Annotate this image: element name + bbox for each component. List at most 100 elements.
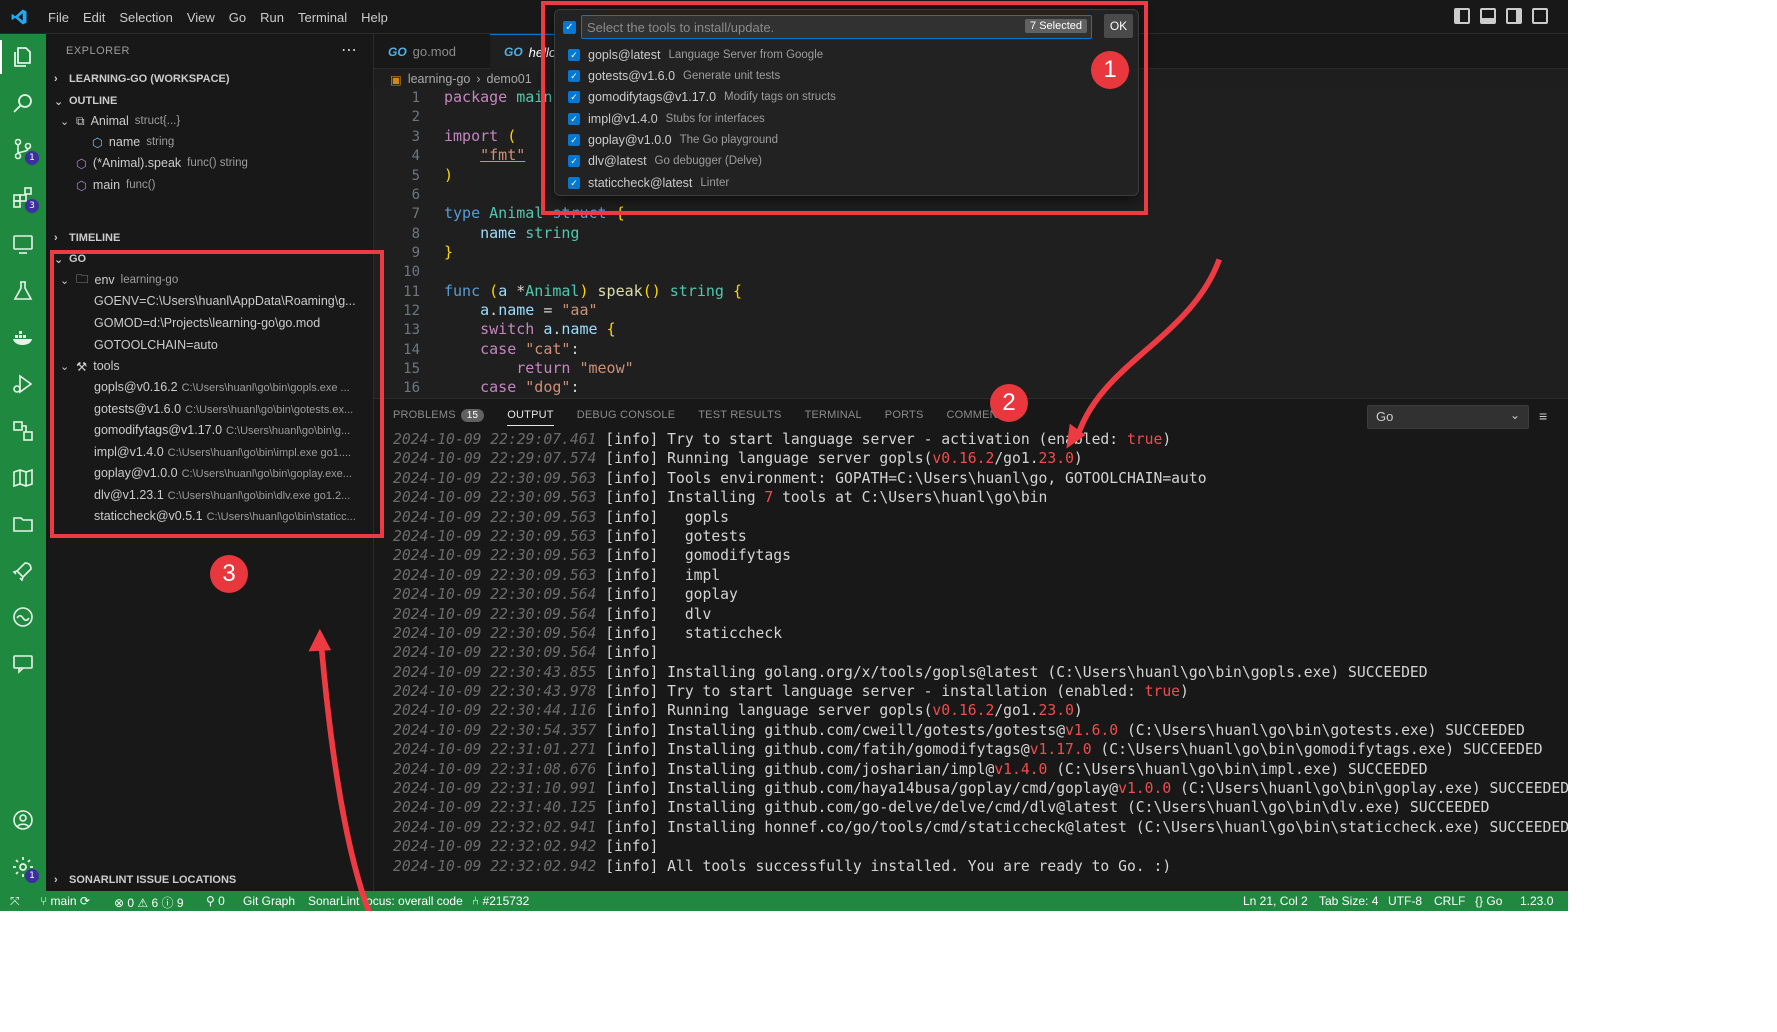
- problems-status[interactable]: ⊗ 0 ⚠ 6 ⓘ 9: [114, 894, 184, 911]
- branch-status[interactable]: ⑂ main ⟳: [40, 894, 90, 908]
- log-line: 2024-10-09 22:31:08.676 [info] Installin…: [393, 760, 1428, 778]
- chevron-down-icon: ⌄: [54, 95, 64, 108]
- field-icon: ⬡: [92, 135, 103, 150]
- source-control-badge: 1: [25, 151, 39, 165]
- line-number: 4: [411, 148, 420, 164]
- log-line: 2024-10-09 22:30:09.563 [info] gomodifyt…: [393, 547, 791, 565]
- extensions-icon[interactable]: 3: [10, 184, 39, 213]
- tab-ports[interactable]: PORTS: [885, 409, 924, 426]
- bottom-panel: PROBLEMS 15 OUTPUT DEBUG CONSOLE TEST RES…: [374, 398, 1568, 891]
- sonarlint-focus-status[interactable]: SonarLint focus: overall code: [308, 894, 463, 908]
- outline-item-animal[interactable]: ⌄ ⧉ Animal struct{...}: [60, 111, 180, 131]
- toggle-primary-sidebar-icon[interactable]: [1454, 8, 1470, 24]
- manage-gear-icon[interactable]: 1: [10, 854, 39, 883]
- sonarlint-section-header[interactable]: › SONARLINT ISSUE LOCATIONS: [54, 870, 236, 890]
- accounts-icon[interactable]: [10, 807, 36, 833]
- code-line: case "dog":: [480, 378, 580, 396]
- encoding[interactable]: UTF-8: [1388, 894, 1422, 908]
- code-line: func (a *Animal) speak() string {: [444, 282, 743, 300]
- line-number: 7: [411, 206, 420, 222]
- go-file-icon: GO: [388, 44, 407, 59]
- log-line: 2024-10-09 22:31:40.125 [info] Installin…: [393, 799, 1490, 817]
- breadcrumb: ▣ learning-go › demo01: [390, 70, 532, 88]
- breadcrumb-item[interactable]: demo01: [487, 72, 532, 86]
- output-log[interactable]: 2024-10-09 22:29:07.461 [info] Try to st…: [393, 431, 1568, 877]
- log-line: 2024-10-09 22:32:02.941 [info] Installin…: [393, 818, 1568, 836]
- outline-item-name[interactable]: ⬡ name string: [92, 132, 174, 152]
- remote-explorer-icon[interactable]: [10, 231, 36, 257]
- code-line: name string: [480, 224, 580, 242]
- line-number: 5: [411, 168, 420, 184]
- chat-icon[interactable]: [10, 651, 36, 677]
- menu-terminal[interactable]: Terminal: [291, 10, 354, 25]
- language-mode[interactable]: {} Go: [1475, 894, 1502, 908]
- log-line: 2024-10-09 22:30:09.564 [info]: [393, 644, 659, 662]
- function-icon: ⬡: [76, 178, 87, 193]
- folder-icon[interactable]: [10, 511, 36, 537]
- remote-indicator-icon[interactable]: ⤧: [10, 894, 20, 909]
- search-icon[interactable]: [10, 90, 36, 116]
- log-line: 2024-10-09 22:31:01.271 [info] Installin…: [393, 741, 1543, 759]
- log-line: 2024-10-09 22:30:43.855 [info] Installin…: [393, 663, 1428, 681]
- docker-icon[interactable]: [10, 324, 36, 350]
- menu-bar: File Edit Selection View Go Run Terminal…: [41, 0, 395, 34]
- rocket-icon[interactable]: [10, 558, 36, 584]
- menu-go[interactable]: Go: [222, 10, 253, 25]
- tab-test-results[interactable]: TEST RESULTS: [698, 409, 781, 426]
- log-line: 2024-10-09 22:30:09.563 [info] Installin…: [393, 489, 1048, 507]
- line-number: 6: [411, 187, 420, 203]
- chevron-down-icon: ⌄: [60, 115, 70, 128]
- tab-go-mod[interactable]: GO go.mod: [374, 34, 470, 69]
- outline-item-speak[interactable]: ⬡ (*Animal).speak func() string: [76, 153, 248, 173]
- more-actions-icon[interactable]: ⋯: [341, 40, 357, 60]
- ports-status[interactable]: ⚲ 0: [206, 894, 225, 908]
- tab-debug-console[interactable]: DEBUG CONSOLE: [577, 409, 676, 426]
- explorer-icon[interactable]: [0, 40, 36, 74]
- menu-run[interactable]: Run: [253, 10, 291, 25]
- line-number: 3: [411, 129, 420, 145]
- outline-section-header[interactable]: ⌄ OUTLINE: [54, 91, 117, 111]
- run-and-debug-icon[interactable]: [10, 371, 36, 397]
- log-line: 2024-10-09 22:30:54.357 [info] Installin…: [393, 721, 1525, 739]
- tab-output[interactable]: OUTPUT: [507, 409, 554, 426]
- map-icon[interactable]: [10, 465, 36, 491]
- tab-size[interactable]: Tab Size: 4: [1319, 894, 1378, 908]
- log-line: 2024-10-09 22:29:07.461 [info] Try to st…: [393, 431, 1172, 448]
- cursor-position[interactable]: Ln 21, Col 2: [1243, 894, 1308, 908]
- git-graph-button[interactable]: Git Graph: [243, 894, 295, 908]
- log-line: 2024-10-09 22:32:02.942 [info]: [393, 838, 659, 856]
- sonarlint-icon[interactable]: [10, 604, 36, 630]
- timeline-section-header[interactable]: › TIMELINE: [54, 228, 120, 248]
- filter-lines-icon[interactable]: ≡: [1539, 409, 1553, 423]
- line-ending[interactable]: CRLF: [1434, 894, 1465, 908]
- toggle-secondary-sidebar-icon[interactable]: [1506, 8, 1522, 24]
- log-line: 2024-10-09 22:30:09.563 [info] gopls: [393, 508, 730, 526]
- remote-icon[interactable]: [10, 418, 36, 444]
- tab-terminal[interactable]: TERMINAL: [805, 409, 862, 426]
- menu-selection[interactable]: Selection: [112, 10, 179, 25]
- source-control-icon[interactable]: 1: [10, 136, 39, 165]
- toggle-panel-icon[interactable]: [1480, 8, 1496, 24]
- code-line: }: [444, 243, 454, 261]
- customize-layout-icon[interactable]: [1532, 8, 1548, 24]
- menu-edit[interactable]: Edit: [76, 10, 112, 25]
- pull-request-status[interactable]: ⑃ #215732: [472, 894, 529, 908]
- code-line: import (: [444, 127, 517, 145]
- log-line: 2024-10-09 22:31:10.991 [info] Installin…: [393, 780, 1568, 798]
- panel-tabs: PROBLEMS 15 OUTPUT DEBUG CONSOLE TEST RES…: [393, 409, 1012, 426]
- sync-icon: ⟳: [79, 894, 90, 908]
- menu-file[interactable]: File: [41, 10, 76, 25]
- go-version[interactable]: 1.23.0: [1520, 894, 1553, 908]
- line-number: 8: [411, 226, 420, 242]
- breadcrumb-item[interactable]: learning-go: [408, 72, 471, 86]
- outline-item-main[interactable]: ⬡ main func(): [76, 175, 155, 195]
- output-channel-select[interactable]: Go ⌄: [1367, 405, 1529, 429]
- testing-icon[interactable]: [10, 278, 36, 304]
- menu-view[interactable]: View: [180, 10, 222, 25]
- menu-help[interactable]: Help: [354, 10, 395, 25]
- log-line: 2024-10-09 22:30:09.563 [info] Tools env…: [393, 469, 1207, 487]
- code-line: case "cat":: [480, 340, 580, 358]
- workspace-section-header[interactable]: › LEARNING-GO (WORKSPACE): [54, 69, 230, 89]
- code-line: switch a.name {: [480, 320, 616, 338]
- tab-problems[interactable]: PROBLEMS 15: [393, 409, 485, 426]
